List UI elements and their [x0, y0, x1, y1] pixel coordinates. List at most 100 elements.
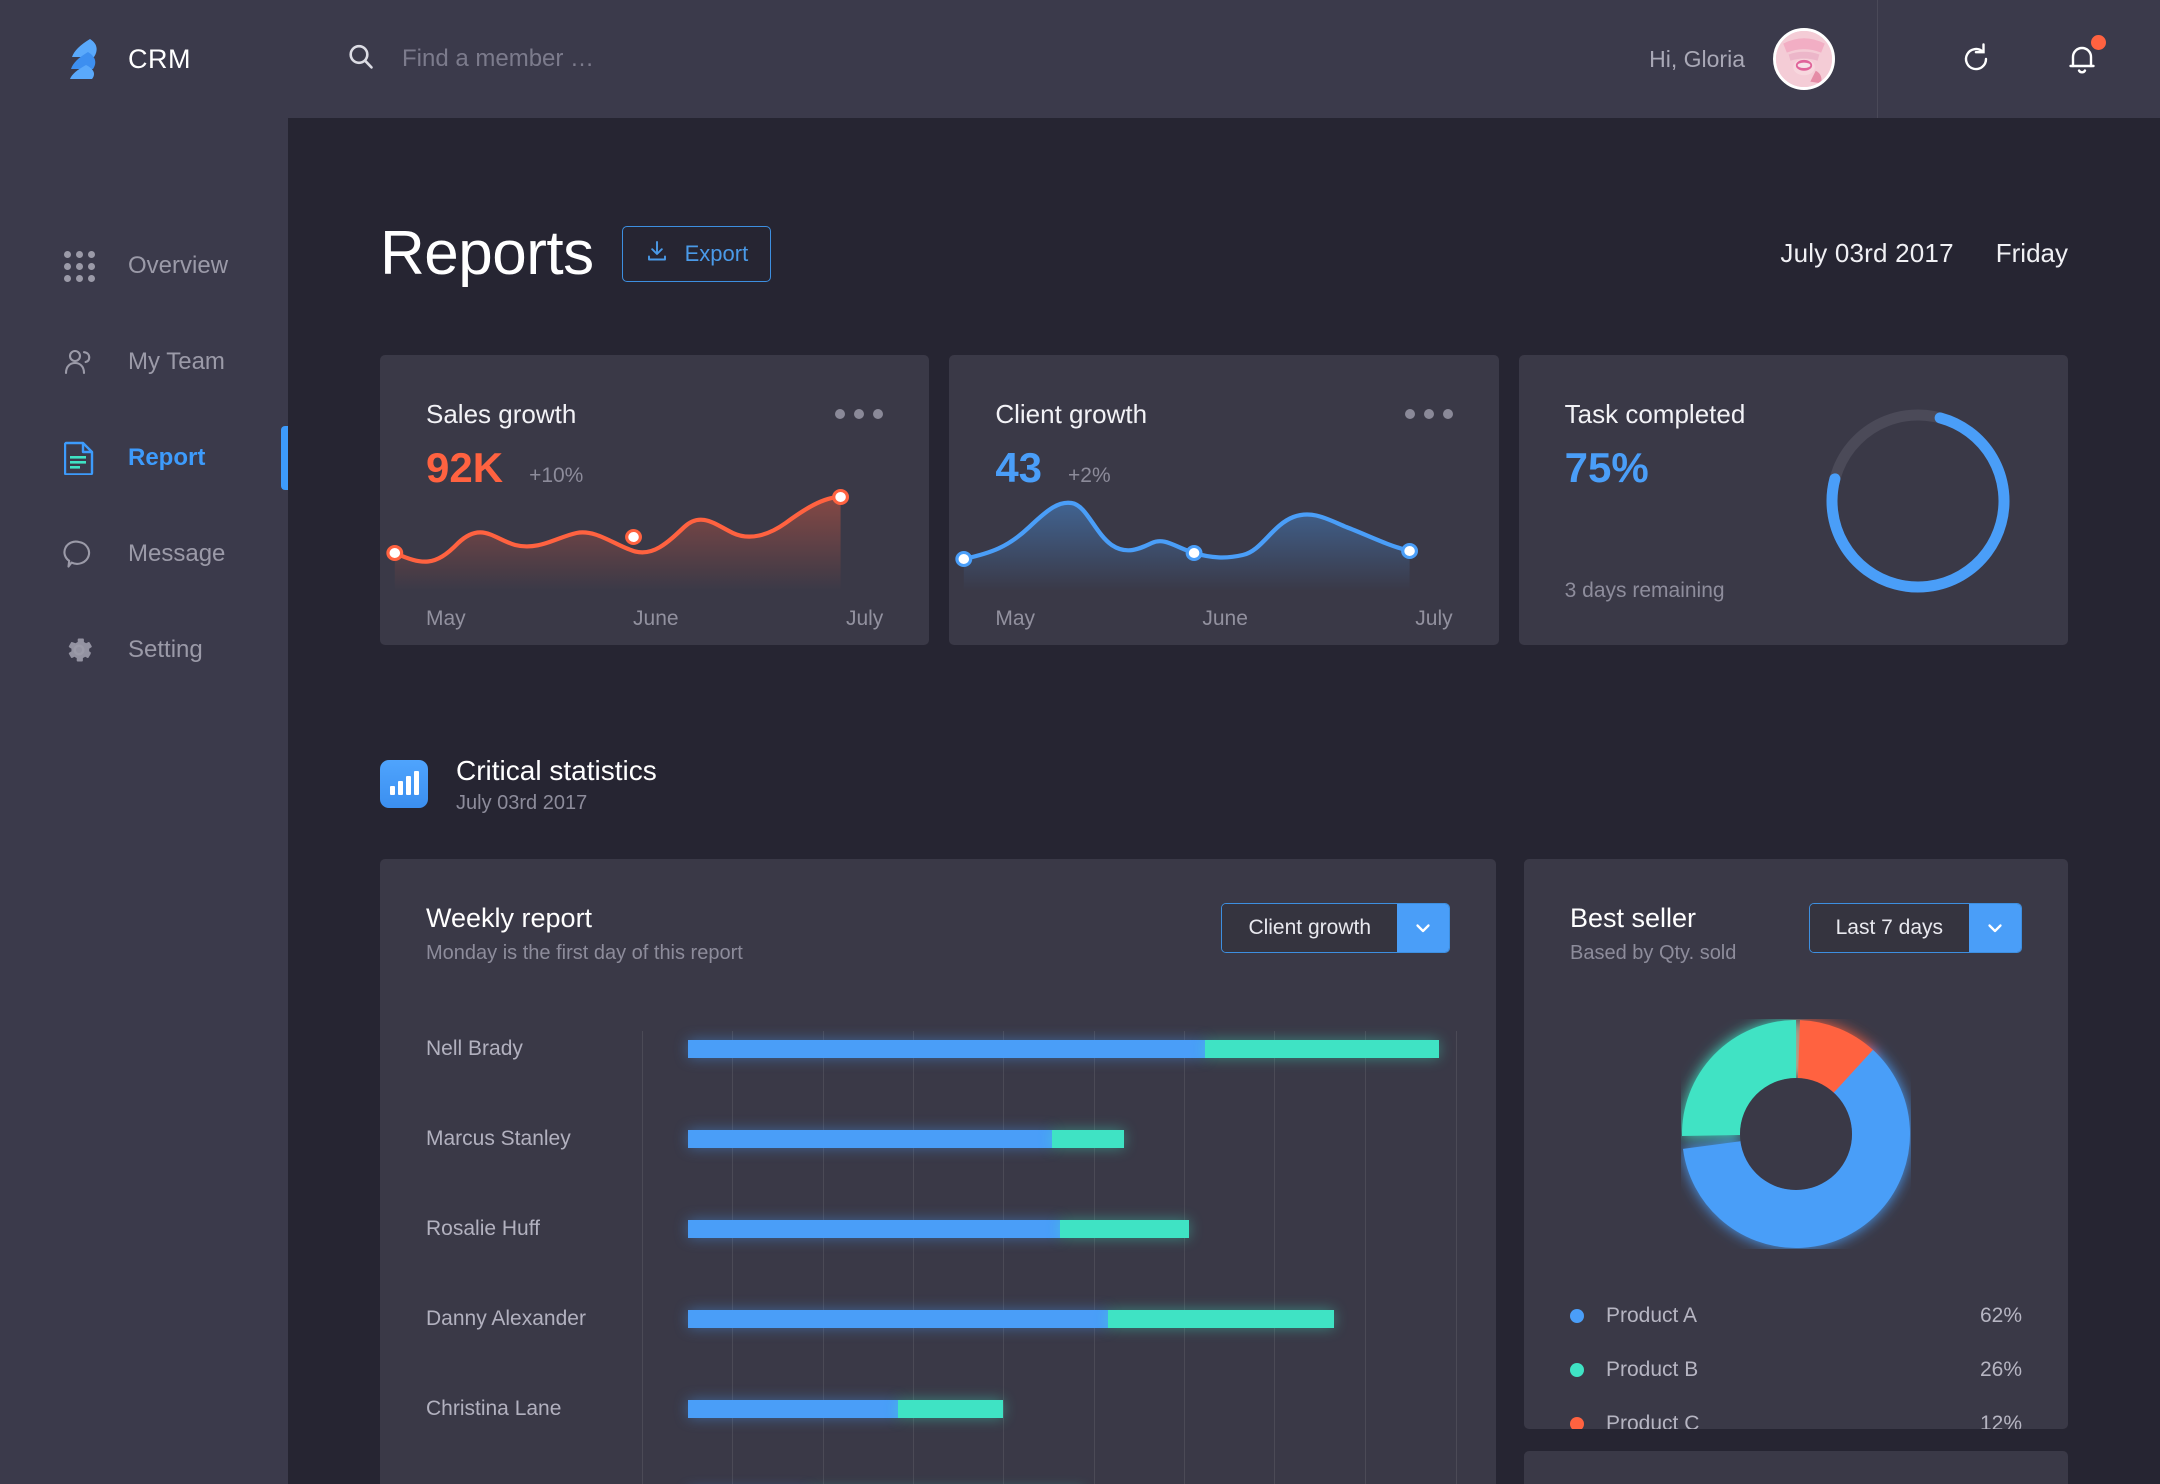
bar-segment-blue	[688, 1220, 1060, 1238]
legend-color-dot	[1570, 1363, 1584, 1377]
search-box[interactable]	[346, 42, 1649, 77]
bar-label: Rosalie Huff	[426, 1217, 541, 1240]
panel-title: Best seller	[1570, 903, 1697, 933]
bar-segment-green	[1205, 1040, 1440, 1058]
sparkline-axis: May June July	[995, 607, 1452, 631]
avatar[interactable]	[1773, 28, 1835, 90]
content: Reports Export July 03rd 2017 Friday Sal…	[288, 218, 2160, 1484]
export-button[interactable]: Export	[621, 225, 772, 282]
bar-track	[688, 1310, 1496, 1328]
sparkline-sales	[380, 481, 929, 591]
axis-label: July	[845, 607, 884, 630]
bar-segment-blue	[688, 1130, 1052, 1148]
bar-track	[688, 1130, 1496, 1148]
document-report-icon	[62, 441, 96, 475]
bar-label: Danny Alexander	[426, 1307, 586, 1330]
card-value: 75%	[1564, 444, 1649, 491]
page-date: July 03rd 2017 Friday	[1780, 238, 2068, 269]
bell-icon[interactable]	[2060, 35, 2106, 81]
page-header: Reports Export July 03rd 2017 Friday	[380, 218, 2068, 289]
sidebar-item-my-team[interactable]: My Team	[0, 314, 288, 410]
card-header: Sales growth	[380, 355, 929, 430]
best-seller-legend: Product A 62% Product B 26% Product C 12…	[1570, 1289, 2022, 1429]
app-root: CRM Overview My Team Report Message Sett…	[0, 0, 2160, 1484]
bar-label: Christina Lane	[426, 1397, 562, 1420]
legend-item[interactable]: Product C 12%	[1570, 1397, 2022, 1429]
brand[interactable]: CRM	[0, 0, 288, 118]
refresh-icon[interactable]	[1954, 37, 1998, 81]
sidebar-item-label: Report	[128, 444, 206, 471]
more-dots-icon[interactable]	[1404, 399, 1453, 419]
brand-name: CRM	[128, 43, 191, 74]
card-title: Client growth	[995, 399, 1148, 429]
more-dots-icon[interactable]	[835, 399, 884, 419]
sidebar-item-report[interactable]: Report	[0, 410, 288, 506]
card-sales-growth[interactable]: Sales growth 92K +10% May June July	[380, 355, 930, 645]
legend-label: Product B	[1606, 1358, 1699, 1381]
sidebar-item-message[interactable]: Message	[0, 506, 288, 602]
notification-badge	[2091, 35, 2106, 50]
bar-segment-blue	[688, 1400, 899, 1418]
chevron-down-icon[interactable]	[1969, 904, 2021, 952]
best-seller-select[interactable]: Last 7 days	[1808, 903, 2022, 953]
legend-color-dot	[1570, 1309, 1584, 1323]
table-row[interactable]: Marcus Stanley	[426, 1109, 1496, 1169]
panel-header: Best seller Based by Qty. sold Last 7 da…	[1524, 859, 2068, 965]
panel-title: Weekly report	[426, 903, 593, 933]
greeting-text: Hi, Gloria	[1649, 45, 1745, 72]
topbar: Hi, Gloria	[288, 0, 2160, 118]
select-value: Last 7 days	[1809, 904, 1969, 952]
sparkline-axis: May June July	[426, 607, 883, 631]
sidebar-item-overview[interactable]: Overview	[0, 218, 288, 314]
section-subtitle: July 03rd 2017	[456, 792, 588, 814]
bar-segment-green	[1059, 1220, 1189, 1238]
table-row[interactable]: Harriett Roy	[426, 1469, 1496, 1484]
panel-subtitle: Based by Qty. sold	[1570, 942, 1737, 964]
select-value: Client growth	[1222, 904, 1397, 952]
chat-bubble-icon	[62, 537, 96, 571]
search-icon	[346, 42, 376, 77]
task-subtitle: 3 days remaining	[1564, 579, 1725, 602]
sidebar: CRM Overview My Team Report Message Sett…	[0, 0, 288, 1484]
bar-chart-icon	[380, 760, 428, 808]
axis-label: May	[995, 607, 1036, 630]
sidebar-item-setting[interactable]: Setting	[0, 602, 288, 698]
table-row[interactable]: Rosalie Huff	[426, 1199, 1496, 1259]
user-area[interactable]: Hi, Gloria	[1649, 28, 1877, 90]
search-input[interactable]	[402, 45, 962, 73]
active-indicator	[281, 426, 288, 490]
bar-track	[688, 1400, 1496, 1418]
legend-label: Product C	[1606, 1412, 1700, 1429]
sparkline-client	[949, 481, 1498, 591]
best-seller-donut-chart	[1524, 1009, 2068, 1259]
legend-item[interactable]: Product A 62%	[1570, 1289, 2022, 1343]
page-title: Reports	[380, 219, 594, 288]
bar-segment-blue	[688, 1310, 1109, 1328]
bar-segment-green	[898, 1400, 1004, 1418]
download-icon	[645, 239, 669, 269]
legend-value: 26%	[1979, 1358, 2022, 1381]
panel-header: Weekly report Monday is the first day of…	[380, 859, 1496, 965]
table-row[interactable]: Christina Lane	[426, 1379, 1496, 1439]
sidebar-item-label: Setting	[128, 636, 203, 663]
table-row[interactable]: Danny Alexander	[426, 1289, 1496, 1349]
axis-label: June	[1202, 607, 1248, 630]
chevron-down-icon[interactable]	[1397, 904, 1449, 952]
stat-cards: Sales growth 92K +10% May June July Clie…	[380, 355, 2068, 645]
weekly-report-select[interactable]: Client growth	[1221, 903, 1450, 953]
panels: Weekly report Monday is the first day of…	[380, 859, 2068, 1484]
bar-track	[688, 1040, 1496, 1058]
bar-segment-green	[1051, 1130, 1125, 1148]
card-client-growth[interactable]: Client growth 43 +2% May June July	[949, 355, 1499, 645]
bar-label: Marcus Stanley	[426, 1127, 571, 1150]
panel-subtitle: Monday is the first day of this report	[426, 942, 743, 964]
layers-logo-icon	[68, 37, 108, 81]
legend-value: 62%	[1979, 1304, 2022, 1327]
table-row[interactable]: Nell Brady	[426, 1019, 1496, 1079]
axis-label: June	[633, 607, 679, 630]
legend-item[interactable]: Product B 26%	[1570, 1343, 2022, 1397]
page-weekday: Friday	[1995, 238, 2068, 268]
legend-color-dot	[1570, 1417, 1584, 1429]
grid-dots-icon	[62, 249, 96, 283]
card-task-completed[interactable]: Task completed 75% 3 days remaining	[1518, 355, 2068, 645]
